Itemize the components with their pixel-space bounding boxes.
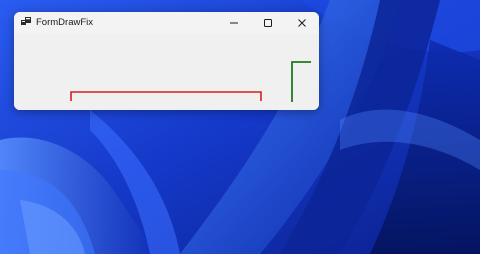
maximize-button[interactable] — [251, 12, 285, 34]
form-client-area[interactable] — [14, 34, 319, 110]
green-drawn-line — [291, 61, 311, 102]
minimize-button[interactable] — [217, 12, 251, 34]
close-button[interactable] — [285, 12, 319, 34]
title-bar[interactable]: FormDrawFix — [14, 12, 319, 34]
close-icon — [298, 19, 306, 27]
minimize-icon — [230, 22, 238, 24]
app-window[interactable]: FormDrawFix — [14, 12, 319, 110]
desktop: FormDrawFix — [0, 0, 480, 254]
maximize-icon — [264, 19, 272, 27]
window-title: FormDrawFix — [36, 17, 93, 28]
red-drawn-line — [70, 91, 262, 101]
windows-app-icon — [21, 17, 31, 25]
